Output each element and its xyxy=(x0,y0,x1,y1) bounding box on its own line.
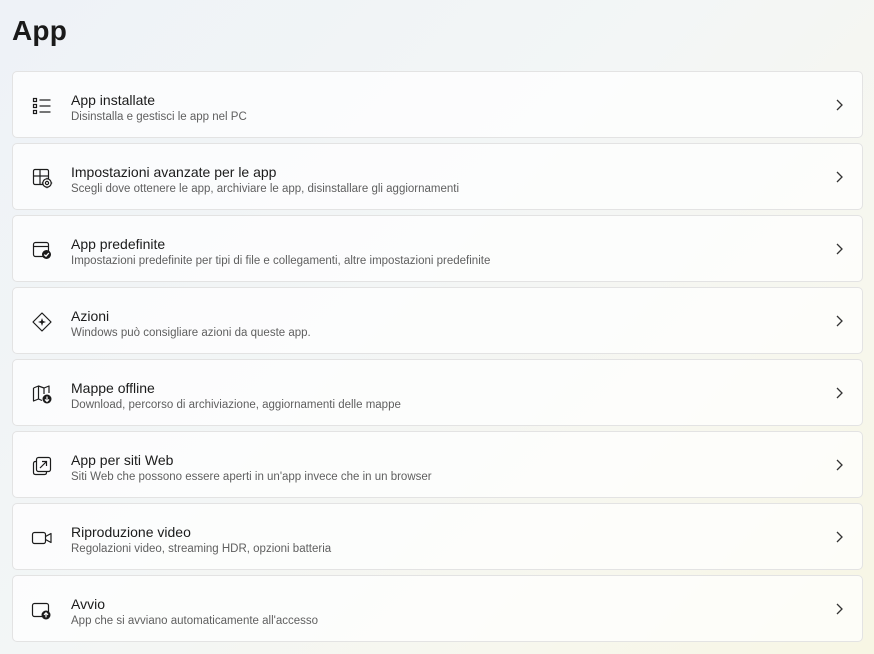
default-apps-icon xyxy=(31,239,53,261)
advanced-app-settings-icon xyxy=(31,167,53,189)
chevron-right-icon xyxy=(834,170,844,184)
setting-title: Impostazioni avanzate per le app xyxy=(71,164,277,180)
setting-actions[interactable]: Azioni Windows può consigliare azioni da… xyxy=(12,287,863,354)
startup-apps-icon xyxy=(31,599,53,621)
chevron-right-icon xyxy=(834,602,844,616)
setting-description: Scegli dove ottenere le app, archiviare … xyxy=(71,183,460,195)
setting-title: Avvio xyxy=(71,596,105,612)
chevron-right-icon xyxy=(834,458,844,472)
setting-description: Regolazioni video, streaming HDR, opzion… xyxy=(71,543,332,555)
setting-installed-apps[interactable]: App installate Disinstalla e gestisci le… xyxy=(12,71,863,138)
setting-title: Riproduzione video xyxy=(71,524,191,540)
chevron-right-icon xyxy=(834,314,844,328)
setting-video-playback[interactable]: Riproduzione video Regolazioni video, st… xyxy=(12,503,863,570)
setting-description: Download, percorso di archiviazione, agg… xyxy=(71,399,401,411)
chevron-right-icon xyxy=(834,530,844,544)
chevron-right-icon xyxy=(834,98,844,112)
apps-for-websites-icon xyxy=(31,455,53,477)
setting-title: Azioni xyxy=(71,308,110,324)
offline-maps-icon xyxy=(31,383,53,405)
setting-description: Windows può consigliare azioni da queste… xyxy=(71,327,311,339)
setting-description: Impostazioni predefinite per tipi di fil… xyxy=(71,255,491,267)
setting-apps-for-websites[interactable]: App per siti Web Siti Web che possono es… xyxy=(12,431,863,498)
setting-title: App predefinite xyxy=(71,236,166,252)
setting-offline-maps[interactable]: Mappe offline Download, percorso di arch… xyxy=(12,359,863,426)
setting-description: App che si avviano automaticamente all'a… xyxy=(71,615,319,627)
setting-advanced-app-settings[interactable]: Impostazioni avanzate per le app Scegli … xyxy=(12,143,863,210)
setting-title: App per siti Web xyxy=(71,452,174,468)
page-title: App xyxy=(12,15,68,46)
settings-list: App installate Disinstalla e gestisci le… xyxy=(12,71,863,647)
chevron-right-icon xyxy=(834,386,844,400)
setting-default-apps[interactable]: App predefinite Impostazioni predefinite… xyxy=(12,215,863,282)
chevron-right-icon xyxy=(834,242,844,256)
setting-description: Siti Web che possono essere aperti in un… xyxy=(71,471,432,483)
list-icon xyxy=(31,95,53,117)
setting-title: Mappe offline xyxy=(71,380,155,396)
setting-description: Disinstalla e gestisci le app nel PC xyxy=(71,111,247,123)
video-camera-icon xyxy=(31,527,53,549)
setting-title: App installate xyxy=(71,92,156,108)
setting-startup[interactable]: Avvio App che si avviano automaticamente… xyxy=(12,575,863,642)
actions-icon xyxy=(31,311,53,333)
